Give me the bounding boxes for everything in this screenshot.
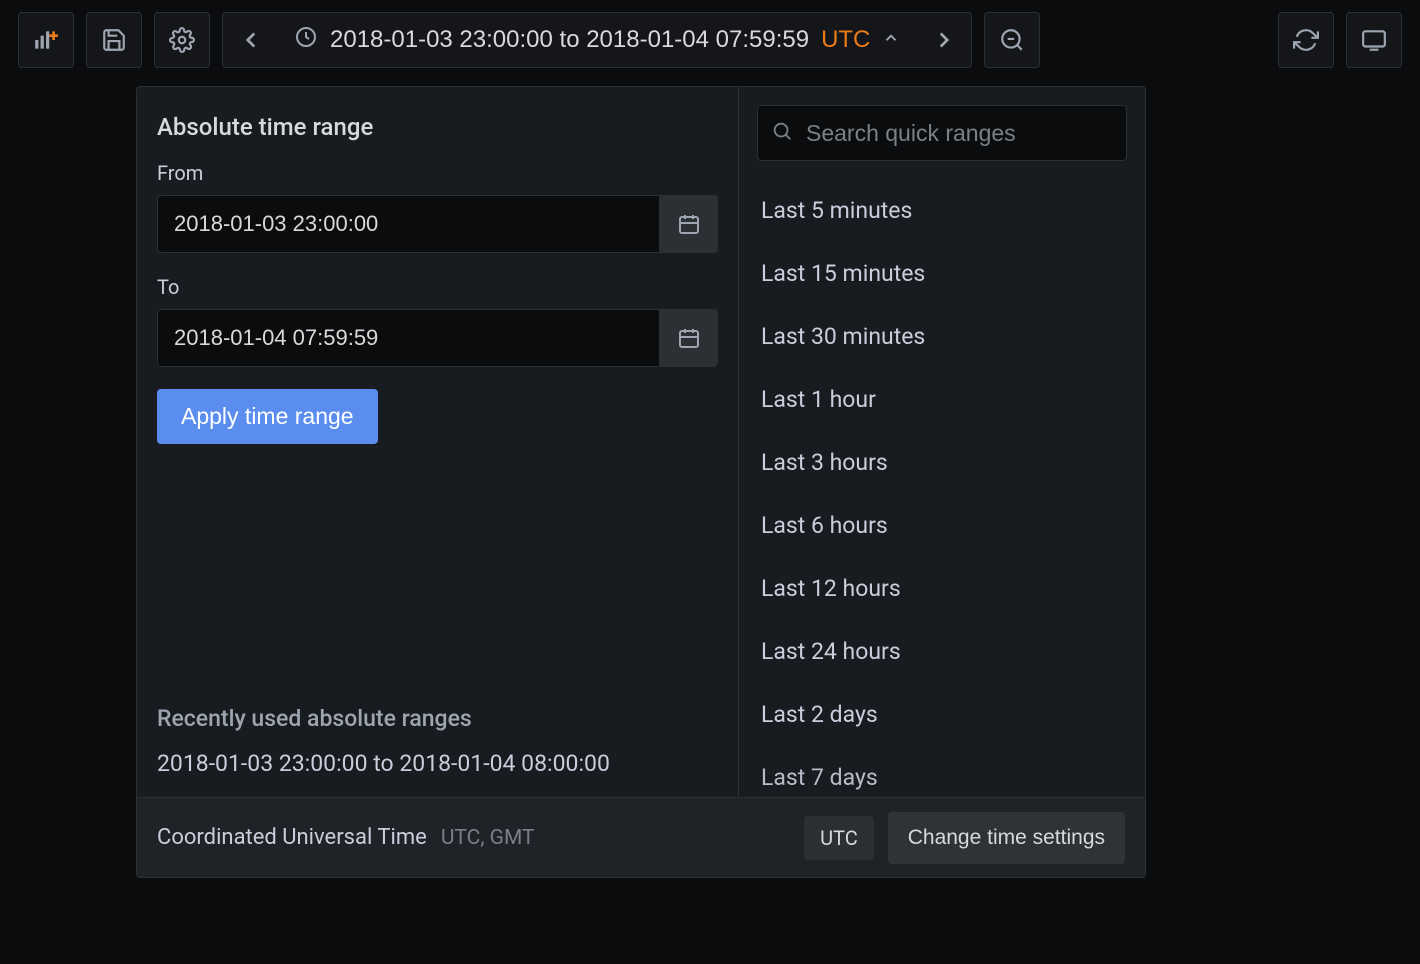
recent-ranges: Recently used absolute ranges 2018-01-03… [157,705,718,777]
quick-ranges-pane: Last 5 minutes Last 15 minutes Last 30 m… [739,87,1145,797]
change-time-settings-button[interactable]: Change time settings [888,812,1125,864]
time-back-button[interactable] [222,12,278,68]
recent-title: Recently used absolute ranges [157,705,718,732]
quick-range-search-input[interactable] [757,105,1127,161]
quick-range-item[interactable]: Last 2 days [757,683,1127,746]
to-calendar-button[interactable] [660,309,718,367]
timezone-sub: UTC, GMT [441,826,535,850]
save-button[interactable] [86,12,142,68]
quick-range-list: Last 5 minutes Last 15 minutes Last 30 m… [757,179,1127,797]
time-range-tz: UTC [821,26,870,54]
timezone-badge: UTC [804,816,874,860]
from-calendar-button[interactable] [660,195,718,253]
tv-mode-button[interactable] [1346,12,1402,68]
search-icon [771,120,793,146]
chevron-up-icon [882,26,900,54]
settings-button[interactable] [154,12,210,68]
quick-range-item[interactable]: Last 1 hour [757,368,1127,431]
quick-range-item[interactable]: Last 3 hours [757,431,1127,494]
to-label: To [157,275,718,299]
quick-range-item[interactable]: Last 7 days [757,746,1127,791]
from-input[interactable] [157,195,660,253]
time-range-picker[interactable]: 2018-01-03 23:00:00 to 2018-01-04 07:59:… [278,12,916,68]
timezone-name: Coordinated Universal Time [157,825,427,850]
timezone-footer: Coordinated Universal Time UTC, GMT UTC … [137,797,1145,877]
quick-range-item[interactable]: Last 30 minutes [757,305,1127,368]
zoom-out-button[interactable] [984,12,1040,68]
time-forward-button[interactable] [916,12,972,68]
add-panel-button[interactable] [18,12,74,68]
time-range-text: 2018-01-03 23:00:00 to 2018-01-04 07:59:… [330,26,809,54]
absolute-title: Absolute time range [157,113,718,141]
refresh-button[interactable] [1278,12,1334,68]
time-range-group: 2018-01-03 23:00:00 to 2018-01-04 07:59:… [222,12,972,68]
quick-range-item[interactable]: Last 5 minutes [757,179,1127,242]
to-input[interactable] [157,309,660,367]
quick-range-item[interactable]: Last 12 hours [757,557,1127,620]
quick-range-item[interactable]: Last 6 hours [757,494,1127,557]
toolbar: 2018-01-03 23:00:00 to 2018-01-04 07:59:… [0,0,1420,80]
time-range-dropdown: Absolute time range From To Apply time r… [136,86,1146,878]
absolute-pane: Absolute time range From To Apply time r… [137,87,739,797]
from-label: From [157,161,718,185]
apply-time-range-button[interactable]: Apply time range [157,389,378,444]
quick-range-item[interactable]: Last 15 minutes [757,242,1127,305]
clock-icon [294,25,318,56]
recent-range-item[interactable]: 2018-01-03 23:00:00 to 2018-01-04 08:00:… [157,750,718,777]
quick-range-item[interactable]: Last 24 hours [757,620,1127,683]
